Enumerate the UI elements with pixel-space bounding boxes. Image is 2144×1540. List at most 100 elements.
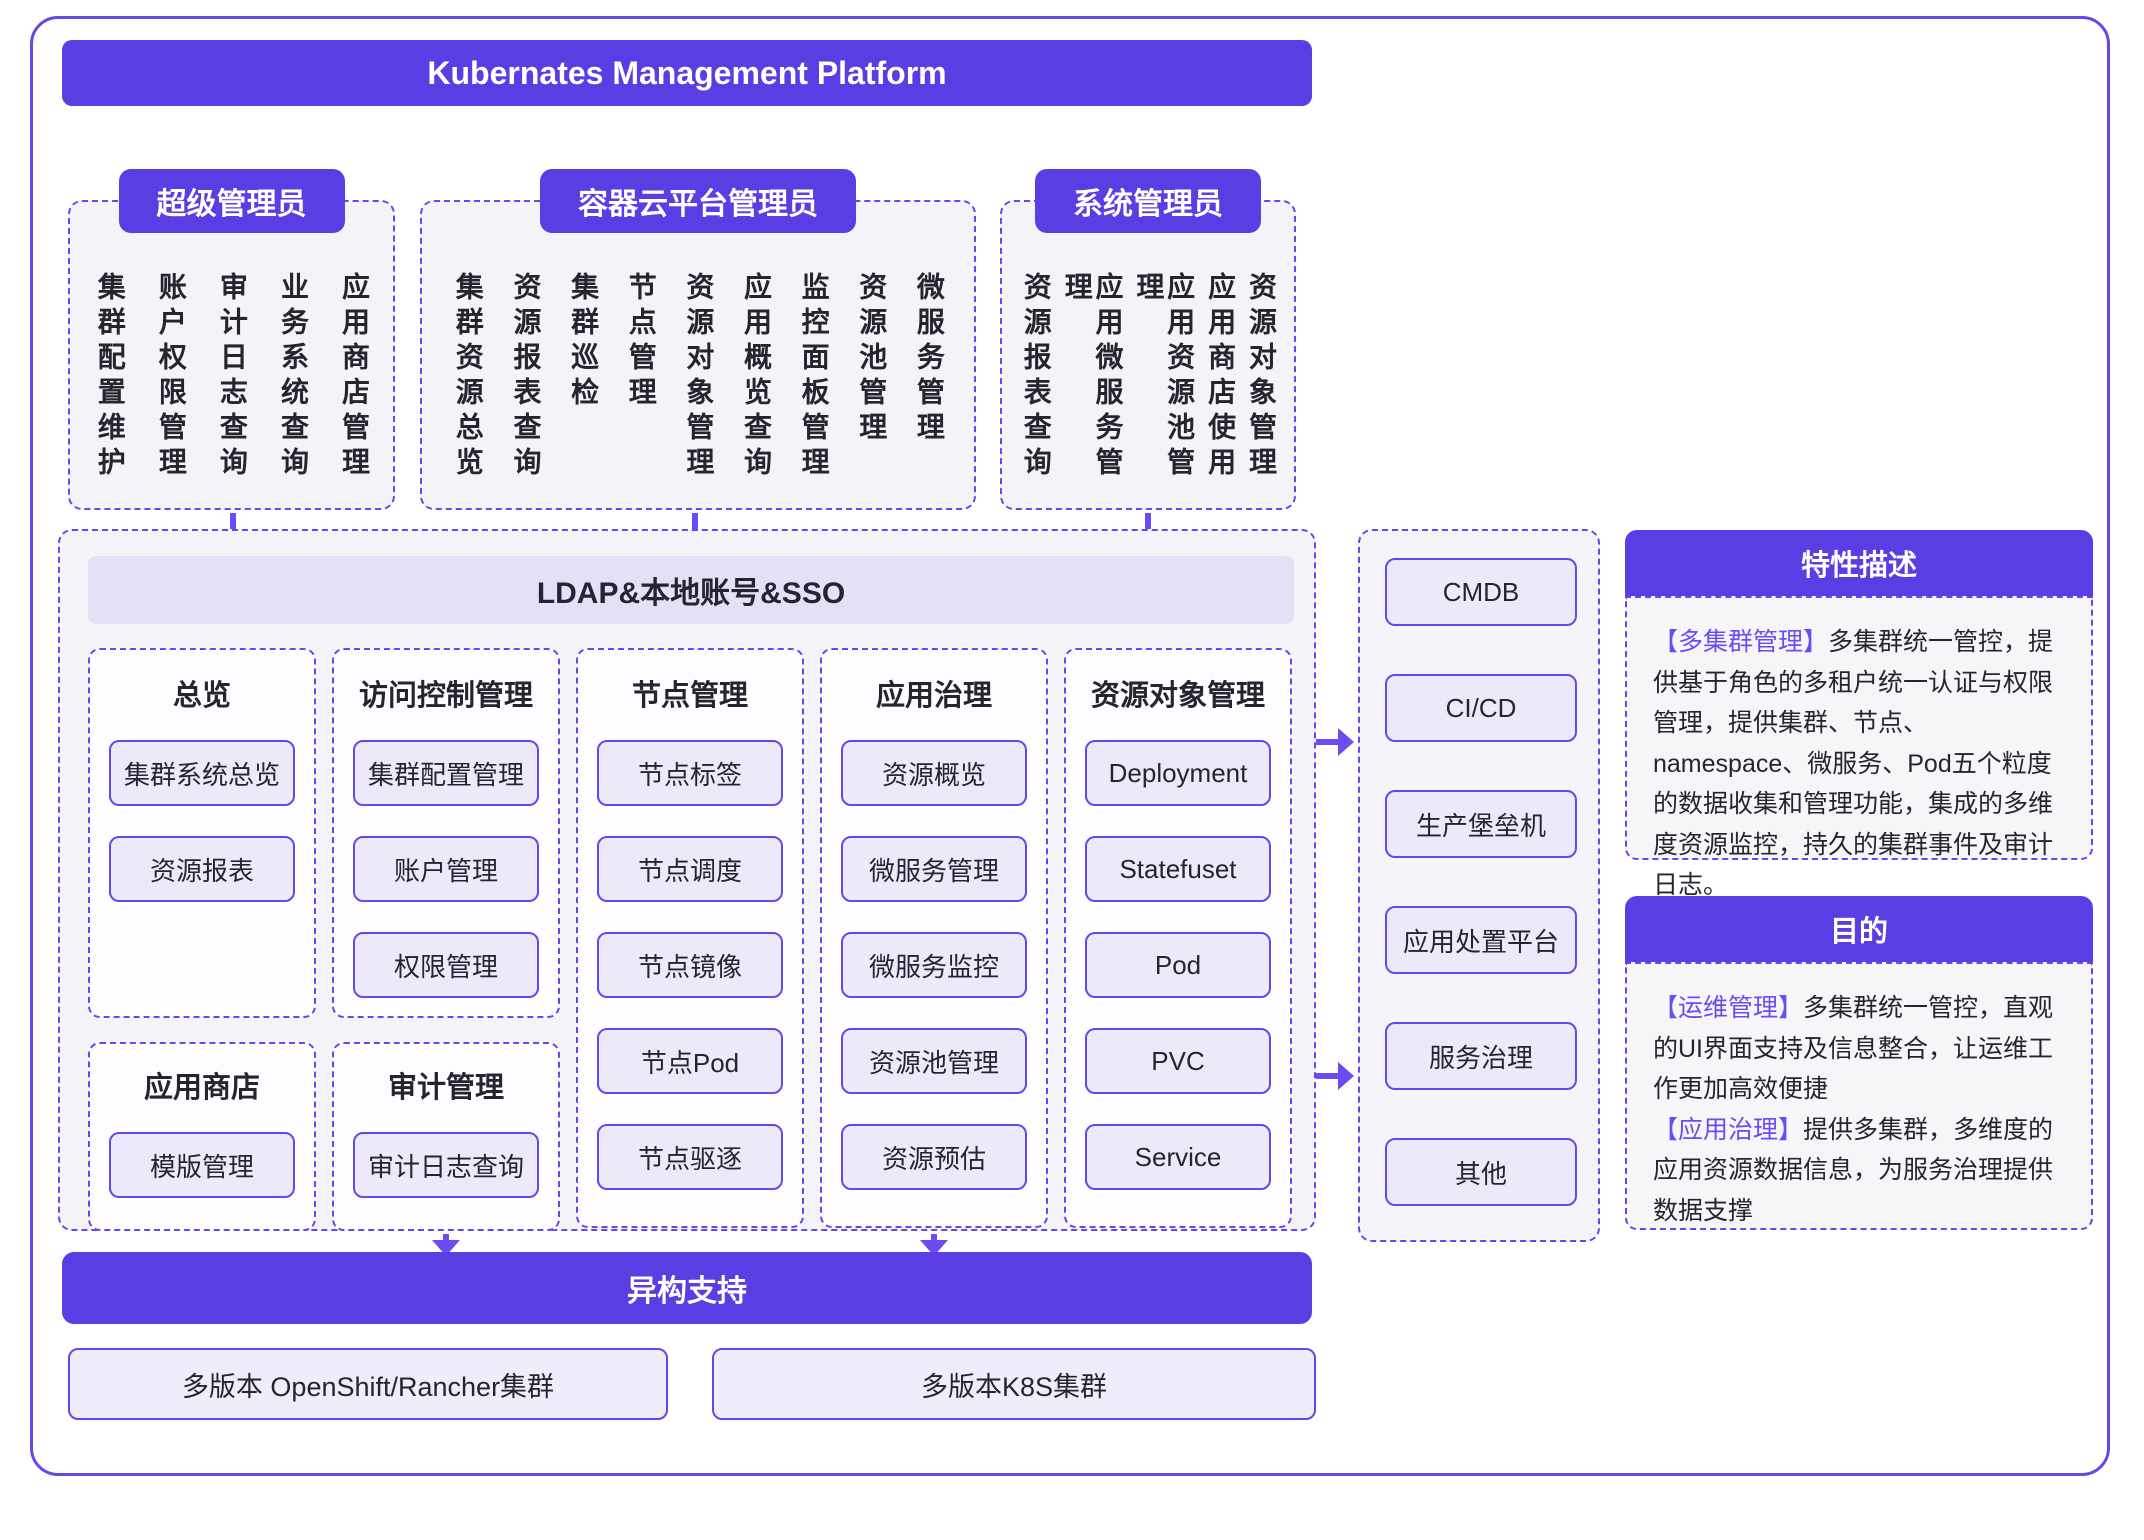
purpose-entry: 【应用治理】提供多集群，多维度的应用资源数据信息，为服务治理提供数据支撑 (1653, 1110, 2065, 1232)
arrow-down-icon (920, 1234, 948, 1254)
module-title: 总览 (90, 650, 314, 714)
cluster-text: 多版本K8S集群 (921, 1365, 1107, 1404)
role-function: 监控面板管理 (798, 272, 829, 500)
cluster-text: 多版本 OpenShift/Rancher集群 (182, 1365, 554, 1404)
module-item: PVC (1085, 1028, 1271, 1094)
role-box-system-admin: 系统管理员 资源报表查询 应用微服务管理 应用资源池管理 应用商店使用 资源对象… (1000, 200, 1296, 510)
feature-tag: 【多集群管理】 (1653, 628, 1828, 656)
cluster-openshift-rancher: 多版本 OpenShift/Rancher集群 (68, 1348, 668, 1420)
role-function: 资源报表查询 (1020, 272, 1051, 500)
auth-bar: LDAP&本地账号&SSO (88, 556, 1294, 624)
module-item: Deployment (1085, 740, 1271, 806)
module-item: 资源概览 (841, 740, 1027, 806)
module-audit-management: 审计管理 审计日志查询 (332, 1042, 560, 1231)
module-resource-objects: 资源对象管理 Deployment Statefuset Pod PVC Ser… (1064, 648, 1292, 1228)
integration-item: 应用处置平台 (1385, 906, 1577, 974)
arrow-right-icon (1316, 1062, 1354, 1090)
module-app-governance: 应用治理 资源概览 微服务管理 微服务监控 资源池管理 资源预估 (820, 648, 1048, 1228)
feature-description: 多集群统一管控，提供基于角色的多租户统一认证与权限管理，提供集群、节点、name… (1653, 628, 2053, 899)
role-function: 应用商店管理 (338, 272, 369, 500)
role-function: 账户权限管理 (155, 272, 186, 500)
cluster-k8s: 多版本K8S集群 (712, 1348, 1316, 1420)
role-label-platform-admin: 容器云平台管理员 (540, 169, 856, 233)
integration-item: 生产堡垒机 (1385, 790, 1577, 858)
role-function: 业务系统查询 (277, 272, 308, 500)
module-item: 节点调度 (597, 836, 783, 902)
role-function: 集群巡检 (567, 272, 598, 500)
role-function: 资源对象管理 (1245, 272, 1276, 500)
module-title: 应用治理 (822, 650, 1046, 714)
purpose-tag: 【应用治理】 (1653, 1116, 1803, 1144)
purpose-panel: 目的 【运维管理】多集群统一管控，直观的UI界面支持及信息整合，让运维工作更加高… (1625, 896, 2093, 1230)
role-function: 资源报表查询 (510, 272, 541, 500)
module-item: Service (1085, 1124, 1271, 1190)
module-node-management: 节点管理 节点标签 节点调度 节点镜像 节点Pod 节点驱逐 (576, 648, 804, 1228)
module-item: 微服务管理 (841, 836, 1027, 902)
feature-text: 【多集群管理】多集群统一管控，提供基于角色的多租户统一认证与权限管理，提供集群、… (1653, 622, 2065, 906)
role-box-super-admin: 超级管理员 集群配置维护 账户权限管理 审计日志查询 业务系统查询 应用商店管理 (68, 200, 395, 510)
purpose-entry: 【运维管理】多集群统一管控，直观的UI界面支持及信息整合，让运维工作更加高效便捷 (1653, 988, 2065, 1110)
auth-bar-text: LDAP&本地账号&SSO (537, 568, 845, 612)
role-function: 资源池管理 (855, 272, 886, 500)
role-function: 微服务管理 (913, 272, 944, 500)
role-function: 应用概览查询 (740, 272, 771, 500)
integration-item: CMDB (1385, 558, 1577, 626)
integrations-panel: CMDB CI/CD 生产堡垒机 应用处置平台 服务治理 其他 (1358, 529, 1600, 1242)
purpose-panel-body: 【运维管理】多集群统一管控，直观的UI界面支持及信息整合，让运维工作更加高效便捷… (1625, 962, 2093, 1230)
module-item: 资源报表 (109, 836, 295, 902)
role-functions-super-admin: 集群配置维护 账户权限管理 审计日志查询 业务系统查询 应用商店管理 (94, 272, 369, 500)
platform-title: Kubernates Management Platform (427, 55, 946, 92)
module-title: 资源对象管理 (1066, 650, 1290, 714)
feature-panel-body: 【多集群管理】多集群统一管控，提供基于角色的多租户统一认证与权限管理，提供集群、… (1625, 596, 2093, 860)
module-title: 节点管理 (578, 650, 802, 714)
module-overview: 总览 集群系统总览 资源报表 (88, 648, 316, 1018)
module-item: 账户管理 (353, 836, 539, 902)
role-functions-platform-admin: 集群资源总览 资源报表查询 集群巡检 节点管理 资源对象管理 应用概览查询 监控… (452, 272, 944, 500)
role-functions-system-admin: 资源报表查询 应用微服务管理 应用资源池管理 应用商店使用 资源对象管理 (1020, 272, 1276, 500)
module-title: 审计管理 (334, 1044, 558, 1106)
module-app-store: 应用商店 模版管理 (88, 1042, 316, 1231)
module-item: Pod (1085, 932, 1271, 998)
integration-item: CI/CD (1385, 674, 1577, 742)
module-item: 节点标签 (597, 740, 783, 806)
module-item: 资源预估 (841, 1124, 1027, 1190)
feature-panel: 特性描述 【多集群管理】多集群统一管控，提供基于角色的多租户统一认证与权限管理，… (1625, 530, 2093, 860)
purpose-panel-title: 目的 (1625, 896, 2093, 962)
arrow-down-icon (432, 1234, 460, 1254)
role-label-text: 超级管理员 (157, 179, 307, 223)
module-item: 节点驱逐 (597, 1124, 783, 1190)
role-function: 集群配置维护 (94, 272, 125, 500)
architecture-diagram: Kubernates Management Platform 超级管理员 集群配… (0, 0, 2144, 1540)
module-title: 访问控制管理 (334, 650, 558, 714)
role-function: 集群资源总览 (452, 272, 483, 500)
integration-item: 服务治理 (1385, 1022, 1577, 1090)
module-item: 权限管理 (353, 932, 539, 998)
module-item: 节点Pod (597, 1028, 783, 1094)
role-function: 应用资源池管理 (1133, 272, 1195, 500)
role-label-text: 容器云平台管理员 (578, 179, 818, 223)
role-label-text: 系统管理员 (1073, 179, 1223, 223)
purpose-tag: 【运维管理】 (1653, 994, 1803, 1022)
module-item: 审计日志查询 (353, 1132, 539, 1198)
role-function: 应用商店使用 (1204, 272, 1235, 500)
arrow-right-icon (1316, 728, 1354, 756)
hetero-support-bar: 异构支持 (62, 1252, 1312, 1324)
module-item: Statefuset (1085, 836, 1271, 902)
module-title: 应用商店 (90, 1044, 314, 1106)
role-function: 审计日志查询 (216, 272, 247, 500)
module-item: 节点镜像 (597, 932, 783, 998)
role-function: 节点管理 (625, 272, 656, 500)
role-function: 资源对象管理 (683, 272, 714, 500)
module-item: 资源池管理 (841, 1028, 1027, 1094)
role-label-system-admin: 系统管理员 (1035, 169, 1261, 233)
hetero-support-text: 异构支持 (627, 1266, 747, 1310)
module-item: 模版管理 (109, 1132, 295, 1198)
integration-item: 其他 (1385, 1138, 1577, 1206)
feature-panel-title: 特性描述 (1625, 530, 2093, 596)
module-item: 集群配置管理 (353, 740, 539, 806)
role-box-platform-admin: 容器云平台管理员 集群资源总览 资源报表查询 集群巡检 节点管理 资源对象管理 … (420, 200, 976, 510)
role-function: 应用微服务管理 (1061, 272, 1123, 500)
module-access-control: 访问控制管理 集群配置管理 账户管理 权限管理 (332, 648, 560, 1018)
platform-title-bar: Kubernates Management Platform (62, 40, 1312, 106)
role-label-super-admin: 超级管理员 (119, 169, 345, 233)
